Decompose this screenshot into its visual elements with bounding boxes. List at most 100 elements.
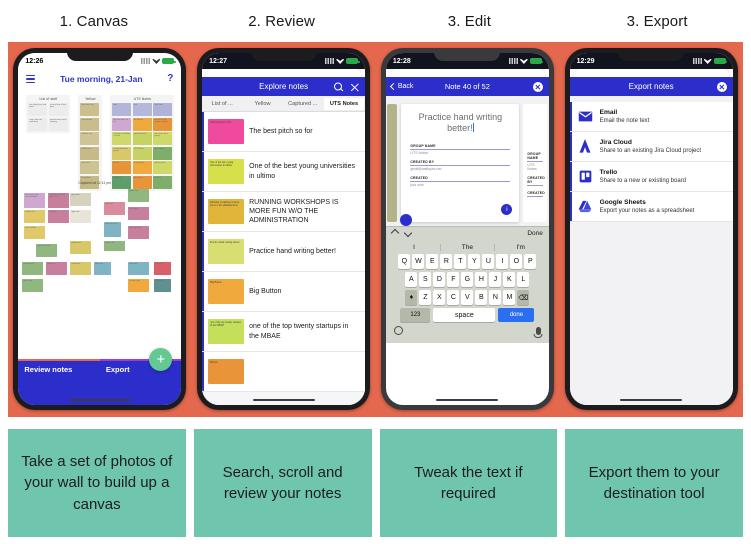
- sticky-note[interactable]: pink right two: [128, 226, 150, 239]
- key-n[interactable]: N: [489, 290, 502, 305]
- sticky-note[interactable]: orange idea: [132, 161, 152, 174]
- sticky-note[interactable]: practice hand: [132, 132, 152, 145]
- key-l[interactable]: L: [517, 272, 530, 287]
- key-u[interactable]: U: [482, 254, 495, 269]
- key-s[interactable]: S: [419, 272, 432, 287]
- sticky-note[interactable]: another note text goes here: [48, 193, 70, 208]
- secondary-fab[interactable]: [400, 214, 413, 226]
- sticky-note[interactable]: green row: [104, 241, 126, 251]
- key-m[interactable]: M: [503, 290, 516, 305]
- sticky-note[interactable]: running workshops is more: [112, 132, 132, 145]
- tab-uts-notes[interactable]: UTS Notes: [323, 97, 365, 110]
- sticky-note[interactable]: blue one: [94, 262, 112, 275]
- sticky-note[interactable]: red note: [154, 262, 172, 275]
- sticky-note[interactable]: biscuit: [112, 161, 132, 174]
- close-circle-icon[interactable]: [716, 81, 727, 92]
- sticky-note[interactable]: pink mid: [104, 202, 126, 215]
- sticky-note[interactable]: green top: [128, 189, 150, 202]
- space-key[interactable]: space: [433, 308, 496, 322]
- sticky-note[interactable]: pink two: [46, 262, 68, 275]
- key-k[interactable]: K: [503, 272, 516, 287]
- sticky-note[interactable]: bottom note: [22, 262, 44, 275]
- key-p[interactable]: P: [524, 254, 537, 269]
- sticky-note[interactable]: note here: [153, 103, 173, 116]
- question-mark-icon[interactable]: ?: [167, 74, 173, 84]
- tab-captured[interactable]: Captured ...: [283, 96, 323, 111]
- note-group-yellow[interactable]: Yellow first note here second idea anoth…: [78, 95, 103, 191]
- sticky-note[interactable]: first note of the second batch: [24, 193, 46, 208]
- sticky-note[interactable]: one more: [132, 175, 152, 189]
- sticky-note[interactable]: yellow text: [24, 210, 46, 223]
- suggestion-item[interactable]: The: [441, 244, 495, 251]
- key-t[interactable]: T: [454, 254, 467, 269]
- note-card-carousel[interactable]: Practice hand writing better! GROUP NAME…: [386, 104, 549, 226]
- export-options-list[interactable]: Email Email the note text Jira Cloud Sha…: [569, 96, 733, 405]
- export-option-google-sheets[interactable]: Google Sheets Export your notes as a spr…: [569, 192, 733, 222]
- suggestion-item[interactable]: I: [388, 244, 442, 251]
- sticky-note[interactable]: light note: [70, 210, 92, 223]
- chevron-up-icon[interactable]: [390, 228, 400, 238]
- key-f[interactable]: F: [447, 272, 460, 287]
- sticky-note[interactable]: first note here: [80, 103, 100, 116]
- list-item[interactable]: The best pitch so far The best pitch so …: [202, 112, 366, 152]
- sticky-note[interactable]: green note: [153, 146, 173, 160]
- sticky-note[interactable]: another idea worth keeping: [48, 117, 68, 131]
- key-y[interactable]: Y: [468, 254, 481, 269]
- note-group-uts-notes[interactable]: UTS Notes idea text note here the best p…: [110, 95, 175, 191]
- microphone-icon[interactable]: [535, 326, 541, 335]
- key-i[interactable]: I: [496, 254, 509, 269]
- export-option-trello[interactable]: Trello Share to a new or existing board: [569, 162, 733, 192]
- key-e[interactable]: E: [426, 254, 439, 269]
- canvas-board[interactable]: List of stuff one thing here and more se…: [18, 89, 182, 375]
- sticky-note[interactable]: UTS Notes: [132, 146, 152, 160]
- keyboard-done-button[interactable]: Done: [527, 230, 543, 237]
- sticky-note[interactable]: yellow green: [153, 161, 173, 174]
- sticky-note[interactable]: yellow low: [70, 262, 92, 275]
- tab-yellow[interactable]: Yellow: [242, 96, 282, 111]
- tab-review-notes[interactable]: Review notes: [18, 359, 100, 379]
- sticky-note[interactable]: one of the top twenty startups: [153, 117, 173, 131]
- sticky-note[interactable]: another one: [80, 132, 100, 145]
- sticky-note[interactable]: yellow note: [80, 146, 100, 160]
- sticky-note[interactable]: idea: [112, 103, 132, 116]
- export-option-jira[interactable]: Jira Cloud Share to an existing Jira Clo…: [569, 132, 733, 162]
- sticky-note[interactable]: text: [132, 103, 152, 116]
- note-text-input[interactable]: Practice hand writing better!: [410, 112, 510, 135]
- emoji-icon[interactable]: [393, 326, 403, 335]
- sticky-note[interactable]: green two: [22, 279, 44, 292]
- backspace-icon[interactable]: ⌫: [517, 290, 530, 305]
- close-circle-icon[interactable]: [532, 81, 543, 92]
- sticky-note[interactable]: one of the best young: [153, 132, 173, 145]
- sticky-note[interactable]: the best pitch so far: [112, 117, 132, 131]
- on-screen-keyboard[interactable]: I The I'm Q W E R T Y U I O P A S D F G …: [385, 239, 549, 343]
- key-z[interactable]: Z: [419, 290, 432, 305]
- close-icon[interactable]: [350, 82, 359, 91]
- sticky-note[interactable]: yellow mid: [70, 241, 92, 254]
- sticky-note[interactable]: orange right: [128, 279, 150, 292]
- info-icon[interactable]: i: [501, 204, 513, 215]
- sticky-note[interactable]: second line of text goes: [48, 103, 68, 116]
- sticky-note[interactable]: pink text: [48, 210, 70, 223]
- key-q[interactable]: Q: [398, 254, 411, 269]
- key-x[interactable]: X: [433, 290, 446, 305]
- current-note-card[interactable]: Practice hand writing better! GROUP NAME…: [400, 104, 520, 226]
- hamburger-menu-icon[interactable]: [26, 75, 36, 83]
- sticky-note[interactable]: a note about the group: [112, 146, 132, 160]
- sticky-note[interactable]: final note: [112, 175, 132, 189]
- done-key[interactable]: done: [498, 308, 535, 322]
- key-j[interactable]: J: [489, 272, 502, 287]
- numbers-key[interactable]: 123: [400, 308, 431, 322]
- sticky-note[interactable]: more text: [80, 161, 100, 174]
- next-note-card[interactable]: GROUP NAME UTS Notes CREATED BY CREATED: [523, 104, 548, 222]
- key-o[interactable]: O: [510, 254, 523, 269]
- key-w[interactable]: W: [412, 254, 425, 269]
- chevron-down-icon[interactable]: [403, 228, 413, 238]
- sticky-note[interactable]: teal note: [154, 279, 172, 292]
- notes-list[interactable]: The best pitch so far The best pitch so …: [202, 112, 366, 405]
- key-v[interactable]: V: [461, 290, 474, 305]
- list-item[interactable]: Biscuit: [202, 352, 366, 392]
- sticky-note[interactable]: more words: [24, 226, 46, 239]
- list-item[interactable]: one of the top twenty startups in the MB…: [202, 312, 366, 352]
- key-d[interactable]: D: [433, 272, 446, 287]
- list-item[interactable]: Practice hand writing better! Practice h…: [202, 232, 366, 272]
